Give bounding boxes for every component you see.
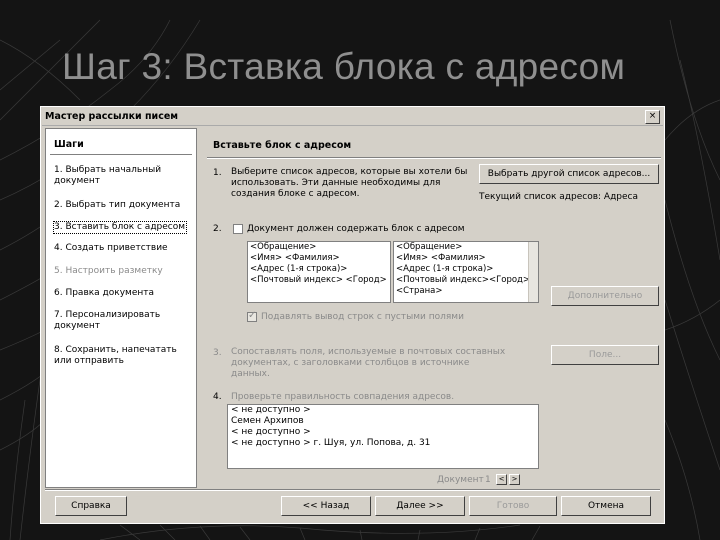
- address-block-option-1[interactable]: <Обращение> <Имя> <Фамилия> <Адрес (1-я …: [247, 241, 391, 303]
- finish-button[interactable]: Готово: [469, 496, 557, 516]
- cancel-button[interactable]: Отмена: [561, 496, 651, 516]
- section-3-text: Сопоставлять поля, используемые в почтов…: [231, 347, 506, 379]
- preview-line: < не доступно > г. Шуя, ул. Попова, д. 3…: [231, 438, 431, 448]
- address-preview-box: < не доступно > Семен Архипов < не досту…: [227, 404, 539, 469]
- more-options-button[interactable]: Дополнительно: [551, 286, 659, 306]
- step-item-create-salutation[interactable]: 4. Создать приветствие: [54, 243, 186, 254]
- match-fields-button[interactable]: Поле...: [551, 345, 659, 365]
- step-item-save-print-send[interactable]: 8. Сохранить, напечатать или отправить: [54, 345, 186, 367]
- mail-merge-wizard-dialog: Мастер рассылки писем × Шаги 1. Выбрать …: [40, 106, 665, 524]
- steps-header-divider: [50, 154, 192, 155]
- step-item-adjust-layout: 5. Настроить разметку: [54, 266, 163, 276]
- address-block-checkbox[interactable]: [233, 224, 243, 234]
- section-4-number: 4.: [213, 392, 222, 402]
- address-block-line: <Почтовый индекс><Город>: [396, 275, 531, 285]
- address-block-line: <Адрес (1-я строка)>: [396, 264, 494, 274]
- current-address-list-label: Текущий список адресов: Адреса: [479, 192, 638, 202]
- step-item-select-start-document[interactable]: 1. Выбрать начальный документ: [54, 165, 186, 187]
- previous-document-button[interactable]: <: [496, 474, 507, 485]
- next-button[interactable]: Далее >>: [375, 496, 465, 516]
- back-button[interactable]: << Назад: [281, 496, 371, 516]
- page-title: Вставьте блок с адресом: [213, 140, 352, 151]
- checkmark-icon: ✓: [248, 310, 257, 321]
- suppress-empty-lines-checkbox[interactable]: ✓: [247, 310, 257, 322]
- steps-header: Шаги: [54, 139, 84, 150]
- help-button[interactable]: Справка: [55, 496, 127, 516]
- section-2-number: 2.: [213, 224, 222, 234]
- address-block-line: <Имя> <Фамилия>: [396, 253, 486, 263]
- dialog-titlebar: Мастер рассылки писем ×: [42, 108, 663, 126]
- address-block-option-2[interactable]: <Обращение> <Имя> <Фамилия> <Адрес (1-я …: [393, 241, 539, 303]
- step-item-select-document-type[interactable]: 2. Выбрать тип документа: [54, 200, 186, 211]
- dialog-title: Мастер рассылки писем: [45, 111, 179, 122]
- preview-line: Семен Архипов: [231, 416, 304, 426]
- section-1-number: 1.: [213, 168, 222, 178]
- address-block-scrollbar[interactable]: [528, 242, 538, 302]
- suppress-empty-lines-label: Подавлять вывод строк с пустыми полями: [261, 312, 464, 322]
- next-document-button[interactable]: >: [509, 474, 520, 485]
- address-block-line: <Обращение>: [250, 242, 317, 252]
- step-content-pane: Вставьте блок с адресом 1. Выберите спис…: [201, 128, 661, 488]
- step-item-insert-address-block[interactable]: 3. Вставить блок с адресом: [53, 221, 187, 234]
- close-button[interactable]: ×: [645, 110, 660, 124]
- section-3-number: 3.: [213, 348, 222, 358]
- address-block-line: <Почтовый индекс> <Город>: [250, 275, 387, 285]
- select-address-list-button[interactable]: Выбрать другой список адресов...: [479, 164, 659, 184]
- steps-pane: Шаги 1. Выбрать начальный документ 2. Вы…: [45, 128, 197, 488]
- address-block-line: <Обращение>: [396, 242, 463, 252]
- document-number: 1: [485, 475, 491, 485]
- address-block-checkbox-label: Документ должен содержать блок с адресом: [247, 224, 465, 234]
- step-item-edit-document[interactable]: 6. Правка документа: [54, 288, 186, 299]
- document-label: Документ: [437, 475, 484, 485]
- section-4-text: Проверьте правильность совпадения адресо…: [231, 392, 455, 402]
- section-1-text: Выберите список адресов, которые вы хоте…: [231, 167, 468, 199]
- address-block-line: <Имя> <Фамилия>: [250, 253, 340, 263]
- step-item-personalize-document[interactable]: 7. Персонализировать документ: [54, 310, 186, 332]
- address-block-line: <Страна>: [396, 286, 443, 296]
- preview-line: < не доступно >: [231, 427, 311, 437]
- preview-line: < не доступно >: [231, 405, 311, 415]
- address-block-line: <Адрес (1-я строка)>: [250, 264, 348, 274]
- button-bar-divider: [45, 489, 660, 491]
- slide-title: Шаг 3: Вставка блока с адресом: [62, 46, 626, 87]
- page-title-divider: [207, 157, 661, 159]
